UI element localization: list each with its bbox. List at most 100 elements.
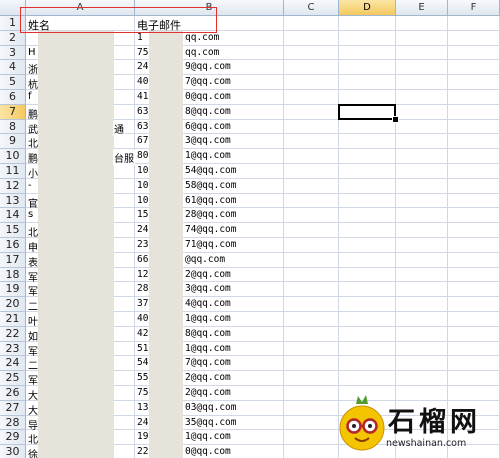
cell-name[interactable]: 北 <box>26 431 38 446</box>
cell-email-domain[interactable]: 71@qq.com <box>183 239 236 250</box>
cell-name[interactable]: 武 <box>26 121 38 136</box>
spreadsheet[interactable]: ABCDEF 1 2 3 4 5 6 7 8 9 10 11 12 13 14 15 16 17 18 19 20 21… <box>0 0 500 458</box>
cell-email-prefix[interactable]: 75 <box>135 47 148 58</box>
cell-name[interactable]: - <box>26 180 32 191</box>
cell-name[interactable]: f <box>26 91 32 102</box>
row-header[interactable]: 24 <box>0 356 26 372</box>
cell-email-prefix[interactable]: 54 <box>135 357 148 368</box>
cell-email-prefix[interactable]: 15 <box>135 209 148 220</box>
cell-email-domain[interactable]: 61@qq.com <box>183 195 236 206</box>
row-header[interactable]: 14 <box>0 208 26 224</box>
row-header[interactable]: 3 <box>0 45 26 61</box>
cell-email-domain[interactable]: 3@qq.com <box>183 283 231 294</box>
cell-email-domain[interactable]: 1@qq.com <box>183 431 231 442</box>
cell-email-prefix[interactable]: 22 <box>135 446 148 457</box>
cell-email-domain[interactable]: 58@qq.com <box>183 180 236 191</box>
cell-email-prefix[interactable]: 66 <box>135 254 148 265</box>
cell-email-domain[interactable]: 7@qq.com <box>183 357 231 368</box>
cell-email-domain[interactable]: qq.com <box>183 47 219 58</box>
cell-email-domain[interactable]: 2@qq.com <box>183 387 231 398</box>
cell-email-prefix[interactable]: 51 <box>135 343 148 354</box>
cell-name[interactable]: 二 <box>26 298 38 313</box>
cell-email-prefix[interactable]: 80 <box>135 150 148 161</box>
cell-name[interactable]: H <box>26 47 36 58</box>
cell-email-domain[interactable]: 28@qq.com <box>183 209 236 220</box>
row-header[interactable]: 22 <box>0 326 26 342</box>
cell-email-domain[interactable]: qq.com <box>183 32 219 43</box>
cell-email-prefix[interactable]: 55 <box>135 372 148 383</box>
cell-email-domain[interactable]: 9@qq.com <box>183 61 231 72</box>
cell-email-domain[interactable]: 74@qq.com <box>183 224 236 235</box>
row-header[interactable]: 27 <box>0 400 26 416</box>
cell-email-domain[interactable]: 35@qq.com <box>183 417 236 428</box>
row-header[interactable]: 29 <box>0 430 26 446</box>
cell-email-domain[interactable]: 2@qq.com <box>183 269 231 280</box>
cell-name[interactable]: 官 <box>26 195 38 210</box>
column-header[interactable]: F <box>448 0 500 16</box>
cell-name[interactable]: 二 <box>26 357 38 372</box>
cell-email-prefix[interactable]: 12 <box>135 269 148 280</box>
cell-email-prefix[interactable]: 41 <box>135 91 148 102</box>
row-header[interactable]: 23 <box>0 341 26 357</box>
cell-name[interactable]: 大 <box>26 402 38 417</box>
selected-cell-D7[interactable] <box>338 103 396 120</box>
cell-email-domain[interactable]: 2@qq.com <box>183 372 231 383</box>
cell-name[interactable]: 小 <box>26 165 38 180</box>
cell-email-domain[interactable]: 1@qq.com <box>183 343 231 354</box>
row-header[interactable]: 20 <box>0 297 26 312</box>
row-header[interactable]: 16 <box>0 238 26 253</box>
cell-email-prefix[interactable]: 23 <box>135 239 148 250</box>
cell-email-domain[interactable]: 4@qq.com <box>183 298 231 309</box>
column-header[interactable]: C <box>284 0 339 16</box>
cell-name[interactable]: 浙 <box>26 61 38 76</box>
column-header[interactable]: E <box>396 0 448 16</box>
row-header[interactable]: 25 <box>0 371 26 386</box>
cell-email-prefix[interactable]: 13 <box>135 402 148 413</box>
cell-email-prefix[interactable]: 75 <box>135 387 148 398</box>
cell-email-domain[interactable]: 1@qq.com <box>183 150 231 161</box>
cell-email-prefix[interactable]: 24 <box>135 61 148 72</box>
cell-email-prefix[interactable]: 28 <box>135 283 148 294</box>
row-header[interactable]: 12 <box>0 178 26 194</box>
row-header[interactable]: 18 <box>0 267 26 283</box>
cell-name[interactable]: 表 <box>26 254 38 269</box>
row-header[interactable]: 13 <box>0 193 26 209</box>
cell-name[interactable]: 申 <box>26 239 38 254</box>
cell-name[interactable]: 北 <box>26 224 38 239</box>
row-header[interactable]: 8 <box>0 119 26 135</box>
cell-email-domain[interactable]: 6@qq.com <box>183 121 231 132</box>
cell-name[interactable]: 鹏 <box>26 150 38 165</box>
cell-email-prefix[interactable]: 40 <box>135 76 148 87</box>
cell-email-domain[interactable]: 0@qq.com <box>183 91 231 102</box>
row-header[interactable]: 17 <box>0 252 26 268</box>
cell-name[interactable]: 军 <box>26 343 38 358</box>
cell-email-prefix[interactable]: 10 <box>135 195 148 206</box>
fill-handle[interactable] <box>392 115 399 123</box>
row-header[interactable]: 26 <box>0 386 26 401</box>
cell-email-domain[interactable]: @qq.com <box>183 254 225 265</box>
row-header[interactable]: 30 <box>0 445 26 458</box>
cell-name[interactable]: 北 <box>26 135 38 150</box>
row-header[interactable]: 21 <box>0 312 26 327</box>
row-header[interactable]: 11 <box>0 164 26 179</box>
cell-email-prefix[interactable]: 10 <box>135 165 148 176</box>
cell-email-prefix[interactable]: 42 <box>135 328 148 339</box>
row-header[interactable]: 7 <box>0 104 26 120</box>
row-header[interactable]: 19 <box>0 282 26 298</box>
cell-email-domain[interactable]: 54@qq.com <box>183 165 236 176</box>
cell-email-prefix[interactable]: 63 <box>135 106 148 117</box>
row-header[interactable]: 15 <box>0 223 26 238</box>
row-header[interactable]: 10 <box>0 149 26 164</box>
row-header[interactable]: 2 <box>0 30 26 46</box>
cell-name[interactable]: s <box>26 209 33 220</box>
cell-email-prefix[interactable]: 19 <box>135 431 148 442</box>
cell-email-domain[interactable]: 03@qq.com <box>183 402 236 413</box>
row-header[interactable]: 28 <box>0 415 26 431</box>
row-header[interactable]: 9 <box>0 134 26 150</box>
cell-name[interactable]: 徐 <box>26 446 38 458</box>
cell-email-domain[interactable]: 1@qq.com <box>183 313 231 324</box>
cell-name[interactable]: 军 <box>26 372 38 387</box>
cell-email-prefix[interactable]: 37 <box>135 298 148 309</box>
cell-name[interactable]: 如 <box>26 328 38 343</box>
row-header[interactable]: 4 <box>0 60 26 76</box>
